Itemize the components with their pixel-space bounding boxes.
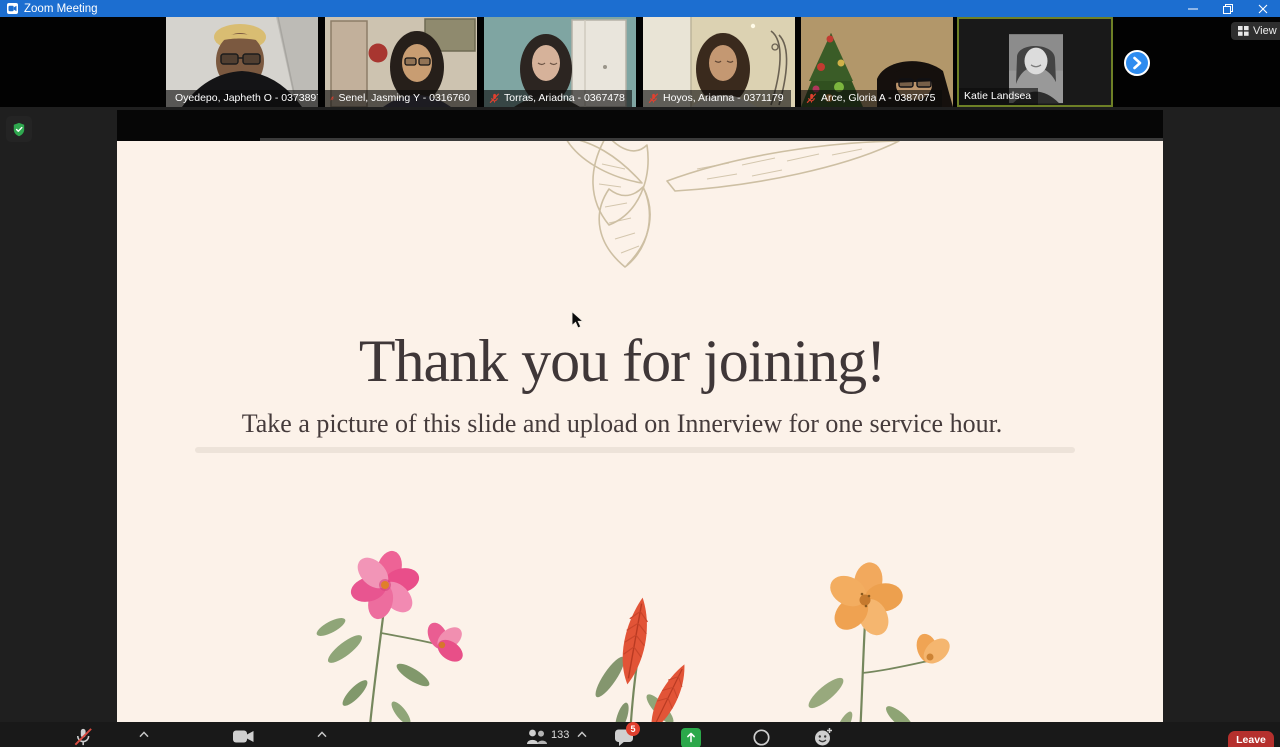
view-button[interactable]: View bbox=[1231, 22, 1280, 40]
muted-mic-icon bbox=[489, 92, 500, 103]
share-screen-button[interactable] bbox=[681, 728, 701, 747]
leave-button[interactable]: Leave bbox=[1228, 731, 1274, 747]
muted-mic-icon bbox=[806, 92, 817, 103]
video-options-chevron-up-icon[interactable] bbox=[317, 731, 327, 738]
main-stage: Thank you for joining! Take a picture of… bbox=[0, 107, 1280, 725]
participant-video-3[interactable]: Torras, Ariadna - 0367478 bbox=[484, 17, 636, 107]
participant-name-label: Katie Landsea bbox=[959, 88, 1039, 105]
participant-name-label: Arce, Gloria A - 0387075 bbox=[801, 90, 943, 107]
security-shield-icon[interactable] bbox=[6, 116, 32, 142]
sketch-flower-illustration bbox=[566, 141, 900, 268]
cursor-arrow bbox=[571, 311, 584, 329]
participant-video-2[interactable]: Senel, Jasming Y - 0316760 bbox=[325, 17, 477, 107]
zoom-camera-icon bbox=[7, 3, 18, 14]
participants-icon[interactable] bbox=[526, 729, 548, 744]
participants-filmstrip: Oyedepo, Japheth O - 0373897 Senel, Jasm… bbox=[0, 17, 1280, 107]
shared-screen-top-bar bbox=[117, 110, 1163, 141]
restore-icon[interactable] bbox=[1210, 0, 1245, 17]
chat-unread-badge: 5 bbox=[626, 722, 640, 736]
shared-screen: Thank you for joining! Take a picture of… bbox=[117, 110, 1163, 725]
reactions-icon[interactable] bbox=[813, 726, 834, 747]
participant-video-1[interactable]: Oyedepo, Japheth O - 0373897 bbox=[166, 17, 318, 107]
zoom-meeting-window: Zoom Meeting Oyedepo, Japheth O - 037389… bbox=[0, 0, 1280, 747]
view-grid-icon bbox=[1238, 26, 1249, 36]
participant-video-4[interactable]: Hoyos, Arianna - 0371179 bbox=[643, 17, 795, 107]
chevron-right-icon bbox=[1133, 56, 1142, 70]
minimize-icon[interactable] bbox=[1175, 0, 1210, 17]
participant-name-label: Oyedepo, Japheth O - 0373897 bbox=[166, 90, 318, 107]
subtitle-underline bbox=[195, 447, 1075, 453]
slide-subtitle: Take a picture of this slide and upload … bbox=[241, 409, 1003, 438]
window-title: Zoom Meeting bbox=[24, 2, 98, 15]
muted-mic-icon bbox=[330, 95, 335, 100]
next-participants-button[interactable] bbox=[1124, 50, 1150, 76]
share-screen-arrow-icon bbox=[687, 732, 695, 743]
muted-mic-icon bbox=[648, 92, 659, 103]
presentation-slide: Thank you for joining! Take a picture of… bbox=[117, 141, 1163, 725]
participant-name-label: Torras, Ariadna - 0367478 bbox=[484, 90, 632, 107]
participant-name-label: Hoyos, Arianna - 0371179 bbox=[643, 90, 791, 107]
close-icon[interactable] bbox=[1245, 0, 1280, 17]
participant-video-5[interactable]: Arce, Gloria A - 0387075 bbox=[801, 17, 953, 107]
participants-chevron-up-icon[interactable] bbox=[577, 731, 587, 738]
mic-options-chevron-up-icon[interactable] bbox=[139, 731, 149, 738]
view-button-label: View bbox=[1253, 25, 1277, 37]
microphone-muted-icon[interactable] bbox=[72, 726, 94, 747]
participant-name-label: Senel, Jasming Y - 0316760 bbox=[325, 90, 477, 107]
participant-video-6-active-speaker[interactable]: Katie Landsea bbox=[957, 17, 1113, 107]
window-titlebar: Zoom Meeting bbox=[0, 0, 1280, 17]
meeting-controls-toolbar: 133 5 Leave bbox=[0, 722, 1280, 747]
slide-title: Thank you for joining! bbox=[358, 328, 886, 394]
video-camera-icon[interactable] bbox=[232, 729, 255, 744]
record-icon[interactable] bbox=[752, 728, 771, 747]
participants-count[interactable]: 133 bbox=[551, 729, 569, 741]
watercolor-flowers-illustration bbox=[316, 550, 950, 725]
